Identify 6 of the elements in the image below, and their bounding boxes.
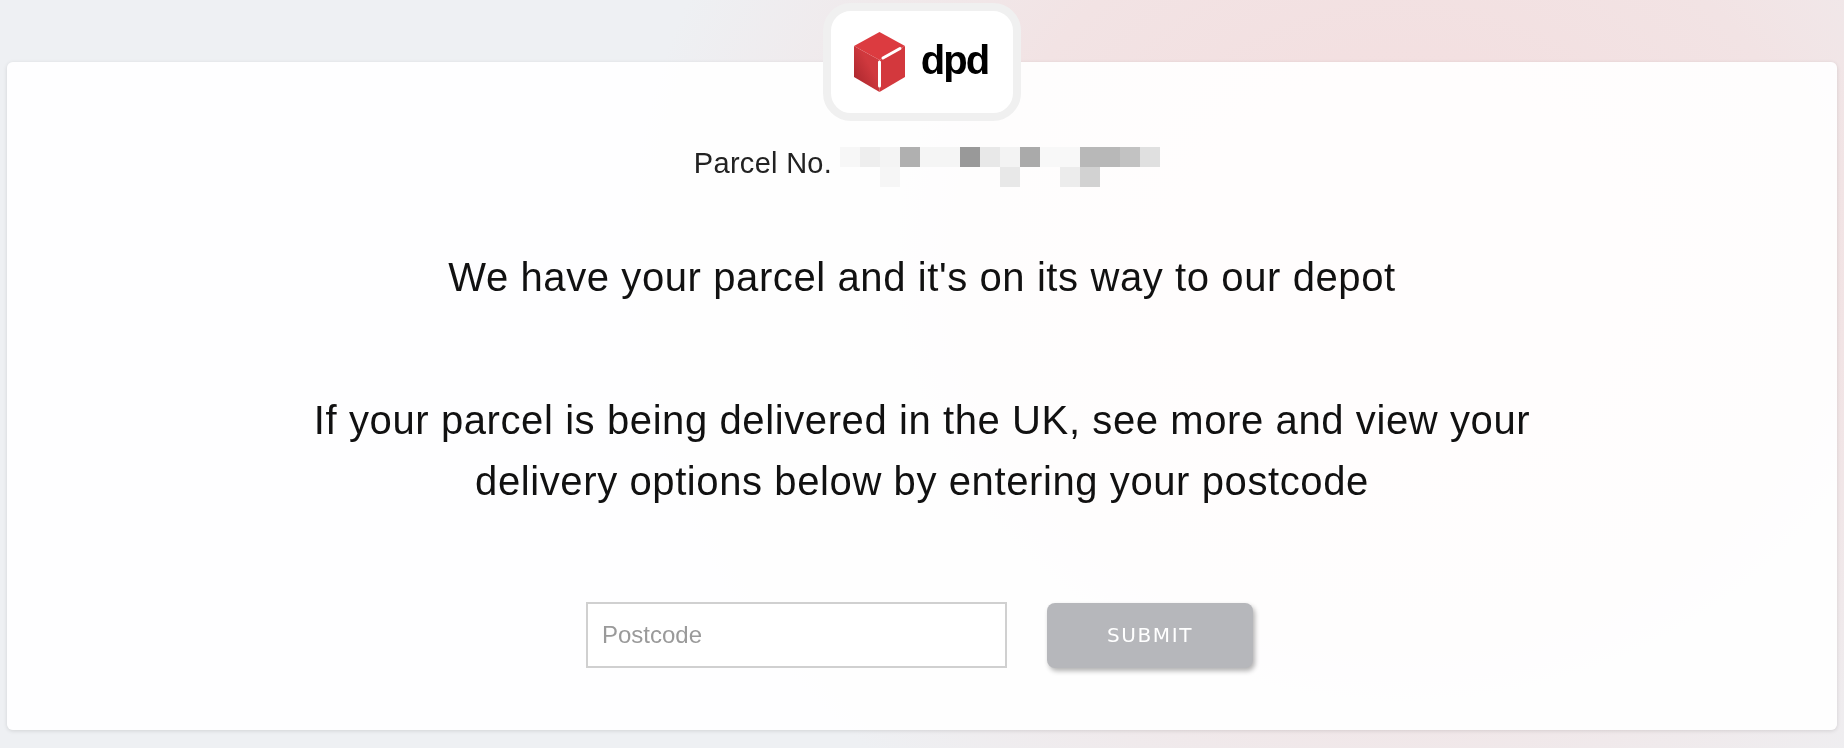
status-message: If your parcel is being delivered in the UK, see more and view your delivery options below by entering your postcode — [312, 397, 1532, 505]
logo-wordmark: dpd — [920, 37, 989, 84]
postcode-field[interactable]: Postcode — [586, 602, 1007, 668]
parcel-number-label: Parcel No. — [693, 146, 833, 181]
cube-icon — [853, 32, 905, 92]
status-heading: We have your parcel and it's on its way to our depot — [448, 254, 1396, 300]
